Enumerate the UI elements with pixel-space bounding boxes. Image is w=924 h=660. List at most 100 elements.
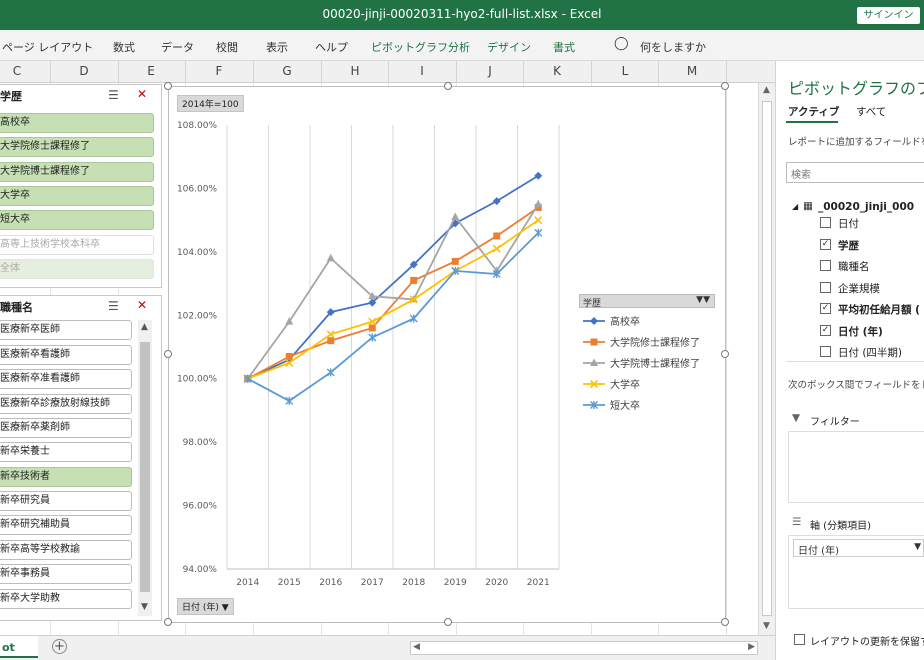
slicer-item[interactable]: 新卒高等学校教諭 [0, 540, 132, 560]
col-header[interactable]: H [345, 64, 365, 78]
col-header[interactable]: K [547, 64, 567, 78]
field-checkbox[interactable]: ✓ [820, 238, 831, 250]
field-checkbox[interactable] [820, 260, 831, 271]
filter-area-label: フィルター [810, 417, 860, 428]
axis-drop-area[interactable]: 日付 (年) ▼ [788, 535, 924, 609]
col-header[interactable]: D [74, 64, 94, 78]
tab-pivotchart-analyze[interactable]: ピボットグラフ分析 [371, 39, 470, 55]
tab-data[interactable]: データ [161, 39, 194, 55]
collapse-icon[interactable]: ◢ [792, 202, 798, 211]
x-tick-label: 2017 [361, 578, 384, 588]
slicer-scrollbar[interactable]: ▲ ▼ [138, 320, 152, 616]
slicer-header: 職種名 [0, 301, 33, 314]
tell-me-box[interactable]: 何をしますか [640, 39, 706, 55]
x-tick-label: 2015 [278, 578, 301, 588]
column-headers: C D E F G H I J K L M [0, 61, 775, 83]
multi-select-icon[interactable]: ☰ [108, 299, 119, 313]
slicer-item[interactable]: 高校卒 [0, 113, 154, 133]
col-header[interactable]: E [141, 64, 161, 78]
defer-update-label: レイアウトの更新を保留す [810, 637, 924, 648]
legend-title: 学歴 [583, 299, 602, 309]
legend-field-button[interactable]: 学歴 ▼▼ [579, 294, 715, 309]
legend-label: 大学院修士課程修了 [610, 336, 700, 349]
add-sheet-icon[interactable]: + [52, 639, 67, 654]
data-point [534, 216, 543, 225]
slicer-item[interactable]: 短大卒 [0, 210, 154, 230]
slicer-item[interactable]: 新卒研究補助員 [0, 515, 132, 535]
tab-active[interactable]: アクティブ [788, 104, 839, 119]
col-header[interactable]: J [480, 64, 500, 78]
clear-filter-icon[interactable]: ✕ [137, 298, 147, 312]
tab-formulas[interactable]: 数式 [113, 39, 135, 55]
field-checkbox[interactable]: ✓ [820, 324, 831, 336]
title-bar: 00020-jinji-00020311-hyo2-full-list.xlsx… [0, 0, 924, 30]
multi-select-icon[interactable]: ☰ [108, 88, 119, 102]
tab-all[interactable]: すべて [856, 104, 886, 119]
slicer-item[interactable]: 医療新卒看護師 [0, 345, 132, 365]
tab-view[interactable]: 表示 [266, 39, 288, 55]
tab-design[interactable]: デザイン [487, 39, 531, 55]
col-header[interactable]: M [682, 64, 702, 78]
slicer-item[interactable]: 大学院修士課程修了 [0, 137, 154, 157]
slicer-item[interactable]: 大学卒 [0, 186, 154, 206]
slicer-item[interactable]: 大学院博士課程修了 [0, 162, 154, 182]
slicer-item[interactable]: 医療新卒医師 [0, 320, 132, 340]
y-tick-label: 108.00% [177, 121, 217, 131]
slicer-item[interactable]: 新卒大学助教 [0, 589, 132, 609]
field-label: 日付 (四半期) [838, 347, 903, 359]
tab-format[interactable]: 書式 [553, 39, 575, 55]
field-checkbox[interactable] [820, 217, 831, 228]
vertical-scrollbar[interactable]: ▲ ▼ [758, 83, 775, 635]
axis-field-item[interactable]: 日付 (年) ▼ [793, 539, 924, 557]
tab-help[interactable]: ヘルプ [315, 39, 348, 55]
data-point [327, 337, 335, 345]
slicer-header: 学歴 [0, 90, 22, 103]
sheet-tab[interactable]: ot [0, 636, 38, 658]
slicer-item[interactable]: 新卒栄養士 [0, 442, 132, 462]
tab-review[interactable]: 校閲 [216, 39, 238, 55]
col-header[interactable]: C [7, 64, 27, 78]
slicer-item[interactable]: 新卒技術者 [0, 467, 132, 487]
data-point [492, 197, 501, 206]
defer-update-checkbox[interactable] [794, 634, 805, 645]
col-header[interactable]: I [412, 64, 432, 78]
field-search-input[interactable]: 検索 [786, 162, 924, 183]
slicer-item[interactable]: 医療新卒薬剤師 [0, 418, 132, 438]
field-checkbox[interactable] [820, 281, 831, 293]
field-label: 日付 (年) [838, 325, 883, 338]
slicer-item[interactable]: 新卒事務員 [0, 564, 132, 584]
data-point [285, 396, 294, 405]
slicer-item[interactable]: 新卒研究員 [0, 491, 132, 511]
slicer-item[interactable]: 全体 [0, 259, 154, 279]
data-point [493, 232, 501, 240]
data-point [534, 171, 543, 180]
scroll-up-icon[interactable]: ▲ [763, 85, 770, 95]
data-point [368, 333, 377, 342]
pivot-chart[interactable]: 2014年=100 94.00% 96.00% 98.00% 100.00% 102.0… [164, 82, 729, 626]
data-point [368, 324, 376, 332]
table-name: _00020_jinji_000 [818, 201, 915, 213]
col-header[interactable]: G [277, 64, 297, 78]
legend-label: 短大卒 [610, 399, 640, 412]
axis-field-button[interactable]: 日付 (年) ▼ [177, 598, 234, 615]
window-title: 00020-jinji-00020311-hyo2-full-list.xlsx… [322, 7, 602, 21]
slicer-item[interactable]: 高専上技術学校本科卒 [0, 235, 154, 255]
slicer-item[interactable]: 医療新卒准看護師 [0, 369, 132, 389]
field-checkbox[interactable] [820, 346, 831, 357]
slicer-item[interactable]: 医療新卒診療放射線技師 [0, 394, 132, 414]
col-header[interactable]: L [615, 64, 635, 78]
data-point [326, 368, 335, 377]
data-point [410, 276, 418, 284]
clear-filter-icon[interactable]: ✕ [137, 87, 147, 101]
filter-dropdown-icon[interactable]: ▼▼ [696, 295, 710, 305]
tab-page-layout[interactable]: ページ レイアウト [2, 39, 93, 55]
horizontal-scrollbar[interactable]: ◀ ▶ [410, 641, 758, 655]
field-checkbox[interactable]: ✓ [820, 303, 831, 314]
scroll-down-icon[interactable]: ▼ [763, 621, 770, 631]
filter-drop-area[interactable] [788, 431, 924, 503]
col-header[interactable]: F [209, 64, 229, 78]
signin-button[interactable]: サインイン [857, 7, 920, 24]
axis-area-label: 軸 (分類項目) [810, 521, 871, 532]
data-point [326, 253, 335, 262]
slicer-job: 職種名 ☰ ✕ 医療新卒医師 医療新卒看護師 医療新卒准看護師 医療新卒診療放射… [0, 295, 162, 621]
